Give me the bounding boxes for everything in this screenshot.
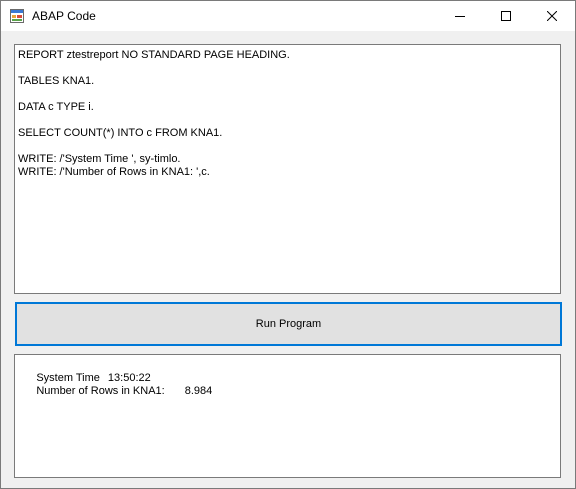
output-textbox[interactable]: System Time 13:50:22 Number of Rows in KN… [14, 354, 561, 478]
close-button[interactable] [529, 1, 575, 31]
code-line: WRITE: /'System Time ', sy-timlo. [18, 153, 181, 165]
run-program-label: Run Program [255, 318, 322, 330]
run-program-button[interactable]: Run Program [15, 302, 562, 346]
maximize-icon [501, 11, 511, 21]
row-count-value: 8.984 [184, 385, 213, 397]
code-line: TABLES KNA1. [18, 75, 95, 87]
close-icon [547, 11, 557, 21]
maximize-button[interactable] [483, 1, 529, 31]
window-title: ABAP Code [32, 9, 96, 23]
minimize-button[interactable] [437, 1, 483, 31]
code-line: REPORT ztestreport NO STANDARD PAGE HEAD… [18, 49, 290, 61]
minimize-icon [455, 16, 465, 17]
code-line: WRITE: /'Number of Rows in KNA1: ',c. [18, 166, 210, 178]
output-line-row-count: Number of Rows in KNA1: 8.984 [18, 372, 212, 411]
code-line: SELECT COUNT(*) INTO c FROM KNA1. [18, 127, 223, 139]
row-count-label: Number of Rows in KNA1: [36, 385, 165, 397]
title-bar[interactable]: ABAP Code [1, 1, 575, 31]
app-form-icon [10, 9, 24, 23]
code-editor[interactable]: REPORT ztestreport NO STANDARD PAGE HEAD… [14, 44, 561, 294]
code-line: DATA c TYPE i. [18, 101, 94, 113]
app-window: ABAP Code REPORT ztestreport NO STANDARD… [0, 0, 576, 489]
